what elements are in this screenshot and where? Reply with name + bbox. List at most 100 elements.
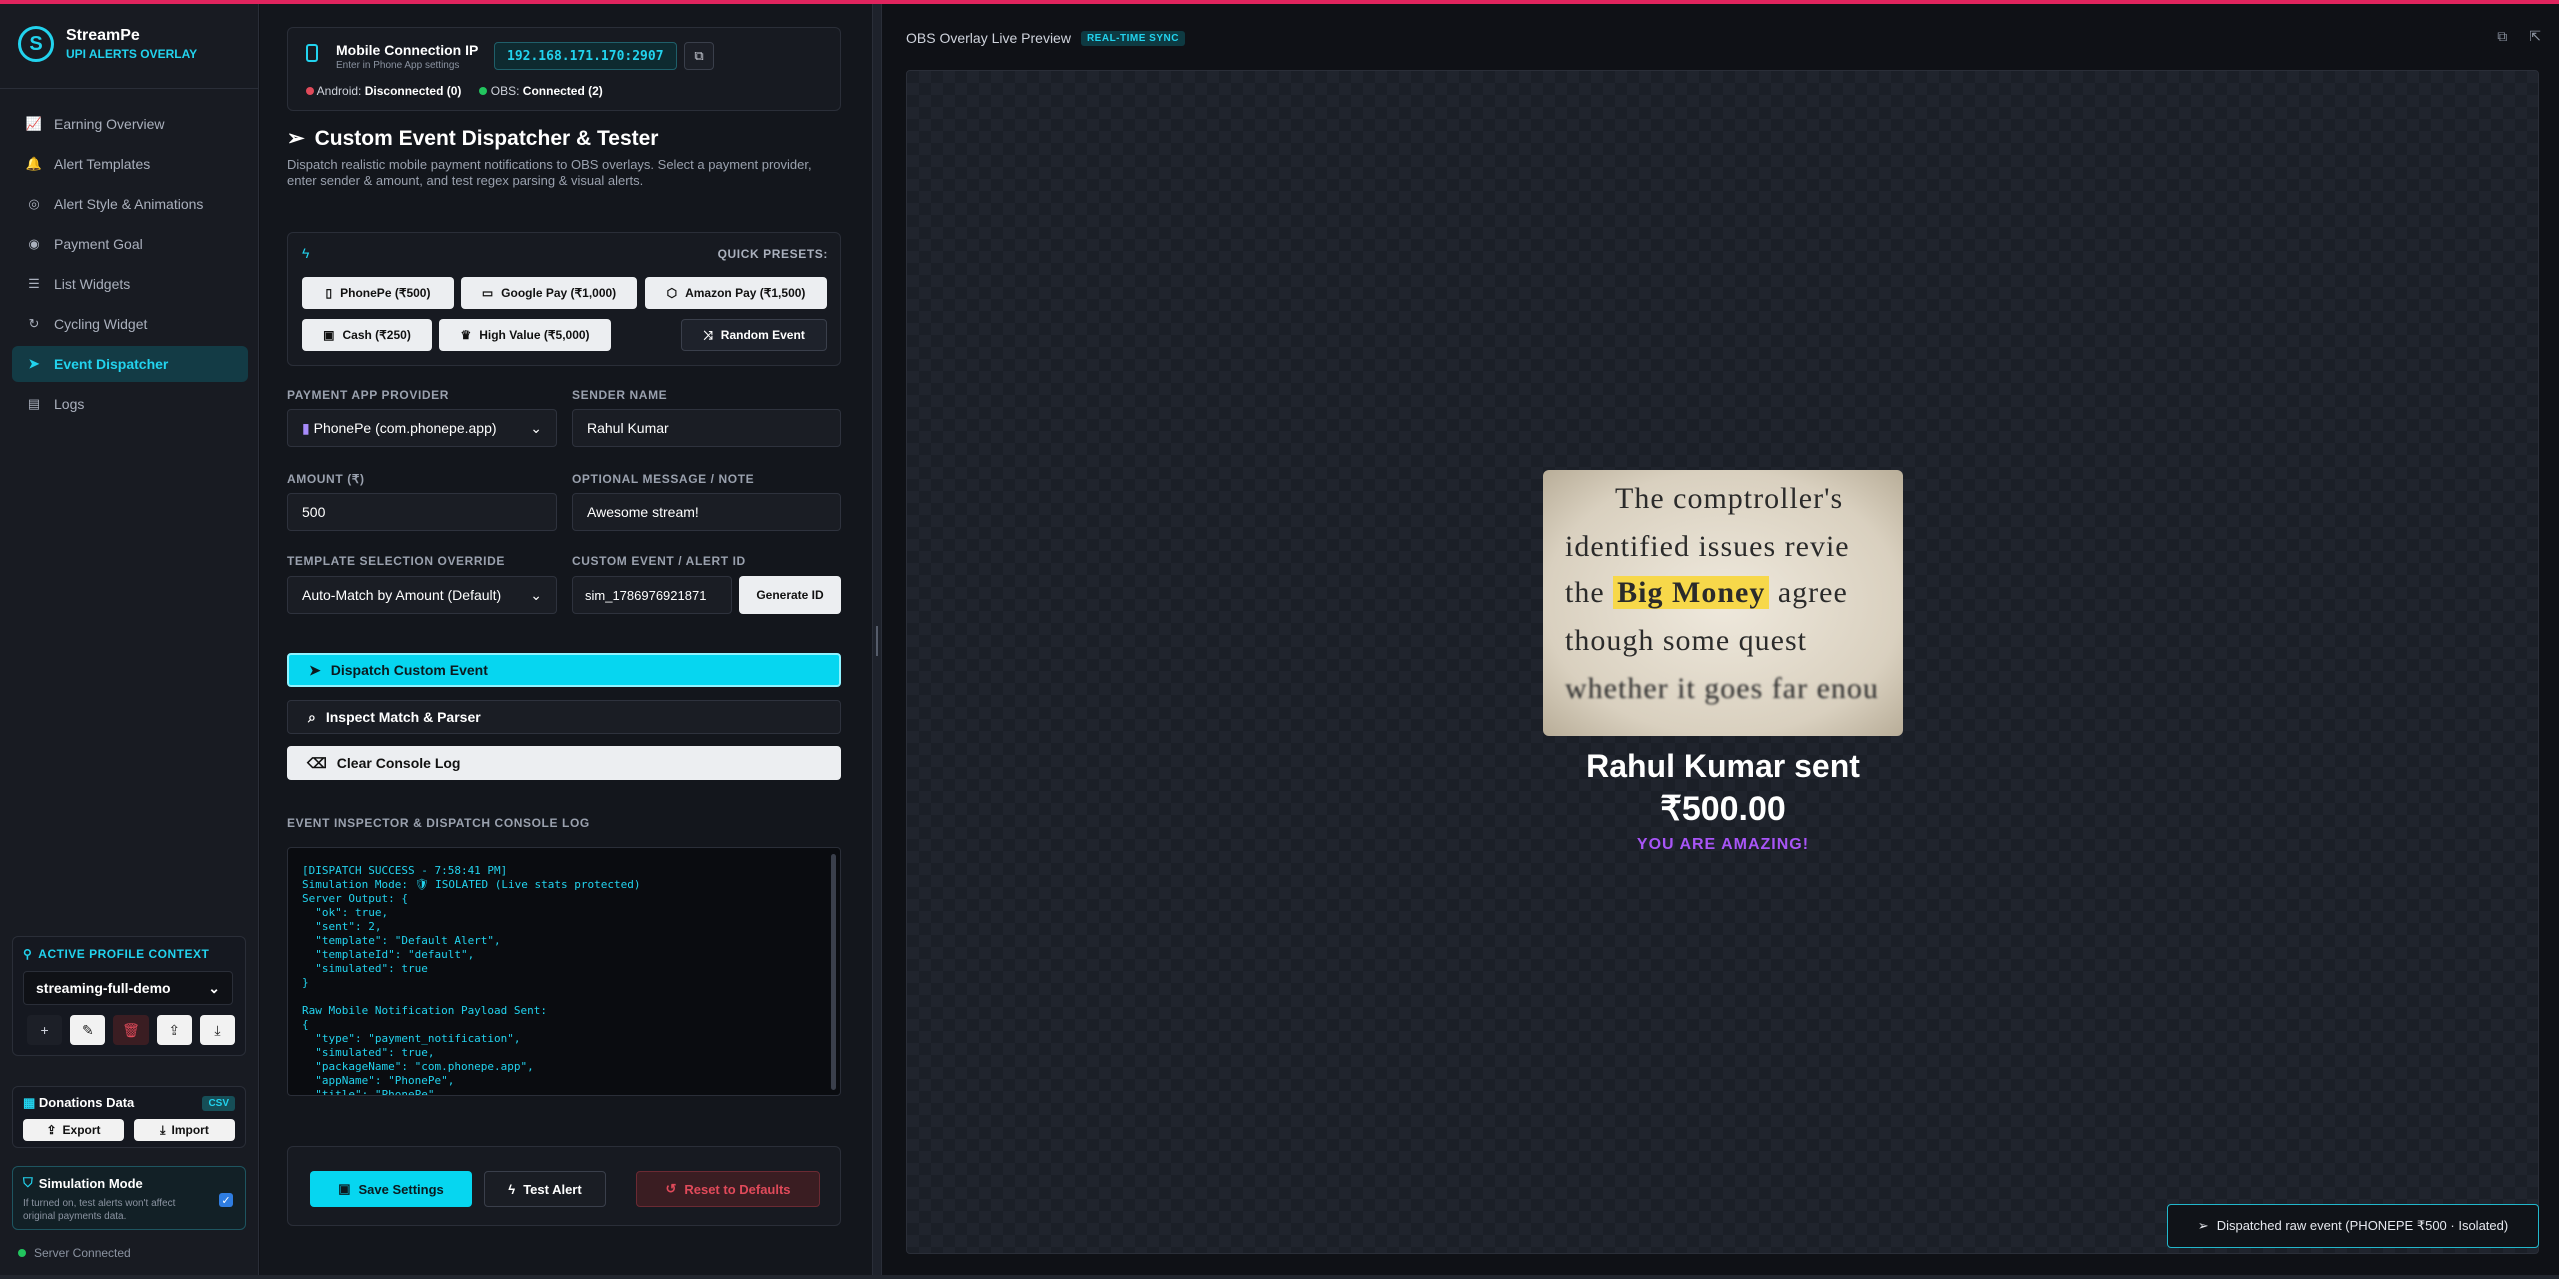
brand-subtitle: UPI ALERTS OVERLAY — [66, 47, 198, 61]
amount-input[interactable]: 500 — [287, 493, 557, 531]
list-icon: ☰ — [28, 276, 40, 291]
bottom-strip — [0, 1275, 2559, 1279]
import-button[interactable]: ⤓ Import — [134, 1119, 235, 1141]
toast-text: Dispatched raw event (PHONEPE ₹500 · Iso… — [2216, 1218, 2509, 1233]
test-label: Test Alert — [523, 1181, 582, 1197]
test-alert-button[interactable]: ϟ Test Alert — [484, 1171, 606, 1207]
console-text: [DISPATCH SUCCESS - 7:58:41 PM] Simulati… — [302, 864, 641, 1096]
sidebar-item-label: Alert Templates — [54, 156, 151, 172]
random-event-button[interactable]: ⤨ Random Event — [681, 319, 827, 351]
phonepe-icon: ▮ — [302, 419, 310, 436]
message-label: OPTIONAL MESSAGE / NOTE — [572, 472, 755, 486]
alert-image-highlight: Big Money — [1613, 576, 1770, 609]
save-settings-button[interactable]: ▣ Save Settings — [310, 1171, 472, 1207]
preset-amazonpay-button[interactable]: ⬡ Amazon Pay (₹1,500) — [645, 277, 827, 309]
settings-footer: ▣ Save Settings ϟ Test Alert ↺ Reset to Def… — [287, 1146, 841, 1226]
reset-label: Reset to Defaults — [684, 1181, 791, 1197]
inspect-match-button[interactable]: ⌕ Inspect Match & Parser — [287, 700, 841, 734]
event-id-input[interactable]: sim_1786976921871 — [572, 576, 732, 614]
add-profile-button[interactable]: + — [27, 1015, 63, 1045]
preset-cash-button[interactable]: ▣ Cash (₹250) — [302, 319, 432, 351]
crown-icon: ♛ — [460, 328, 472, 342]
template-label: TEMPLATE SELECTION OVERRIDE — [287, 554, 505, 568]
sidebar-item-event-dispatcher[interactable]: ➤ Event Dispatcher — [12, 346, 248, 382]
console-scrollbar[interactable] — [831, 854, 836, 1090]
edit-profile-button[interactable]: ✎ — [70, 1015, 106, 1045]
sidebar-item-label: List Widgets — [54, 276, 131, 292]
event-id-value: sim_1786976921871 — [585, 587, 707, 603]
chevron-down-icon: ⌄ — [208, 979, 220, 996]
android-status: Android: Disconnected (0) — [306, 84, 461, 98]
connection-status: Android: Disconnected (0) OBS: Connected… — [306, 84, 603, 98]
preset-googlepay-button[interactable]: ▭ Google Pay (₹1,000) — [461, 277, 637, 309]
preset-label: Google Pay (₹1,000) — [501, 286, 617, 300]
resize-grip[interactable] — [876, 626, 878, 656]
message-input[interactable]: Awesome stream! — [572, 493, 841, 531]
brand[interactable]: S StreamPe UPI ALERTS OVERLAY — [18, 26, 197, 62]
dispatch-toast[interactable]: ➢ Dispatched raw event (PHONEPE ₹500 · Is… — [2167, 1204, 2539, 1248]
profile-select[interactable]: streaming-full-demo ⌄ — [23, 971, 233, 1005]
amount-value: 500 — [302, 504, 326, 520]
download-profile-button[interactable]: ⤓ — [199, 1015, 236, 1045]
donations-actions: ⇪ Export ⤓ Import — [23, 1119, 235, 1141]
realtime-sync-badge: REAL-TIME SYNC — [1080, 30, 1185, 46]
alert-amount-text: ₹500.00 — [1660, 790, 1786, 828]
provider-value-wrap: ▮ PhonePe (com.phonepe.app) — [302, 420, 497, 437]
sidebar-nav: 📈 Earning Overview 🔔 Alert Templates ◎ Aler… — [12, 106, 248, 426]
chart-icon: 📈 — [25, 116, 43, 131]
copy-icon: ⧉ — [694, 48, 704, 63]
preset-highvalue-button[interactable]: ♛ High Value (₹5,000) — [439, 319, 611, 351]
csv-badge: CSV — [202, 1095, 235, 1111]
preset-label: High Value (₹5,000) — [479, 328, 590, 342]
save-label: Save Settings — [358, 1181, 444, 1197]
status-dot-icon — [479, 87, 488, 95]
ip-address[interactable]: 192.168.171.170:2907 — [494, 42, 677, 70]
search-icon: ⌕ — [308, 708, 316, 725]
sidebar-item-label: Alert Style & Animations — [54, 196, 204, 212]
preset-phonepe-button[interactable]: ▯ PhonePe (₹500) — [302, 277, 454, 309]
chevron-down-icon: ⌄ — [530, 586, 542, 603]
generate-id-button[interactable]: Generate ID — [739, 576, 841, 614]
alert-image-text: the — [1565, 576, 1605, 609]
donations-header: ▦ Donations Data CSV — [23, 1095, 235, 1111]
copy-icon[interactable]: ⧉ — [2497, 28, 2507, 45]
bell-icon: 🔔 — [25, 156, 43, 171]
upload-icon: ⇪ — [46, 1123, 57, 1137]
eraser-icon: ⌫ — [307, 754, 327, 771]
sender-input[interactable]: Rahul Kumar — [572, 409, 841, 447]
server-status-text: Server Connected — [34, 1246, 131, 1260]
copy-ip-button[interactable]: ⧉ — [684, 42, 714, 70]
upload-profile-button[interactable]: ⇪ — [156, 1015, 192, 1045]
simulation-checkbox[interactable]: ✓ — [219, 1193, 233, 1207]
clear-label: Clear Console Log — [336, 755, 461, 771]
refresh-icon: ↻ — [28, 316, 40, 331]
delete-profile-button[interactable]: 🗑 — [113, 1015, 149, 1045]
dispatch-event-button[interactable]: ➤ Dispatch Custom Event — [287, 653, 841, 687]
sidebar-item-cycling-widget[interactable]: ↻ Cycling Widget — [12, 306, 248, 342]
sidebar-item-alert-templates[interactable]: 🔔 Alert Templates — [12, 146, 248, 182]
provider-select[interactable]: ▮ PhonePe (com.phonepe.app) ⌄ — [287, 409, 557, 447]
provider-label: PAYMENT APP PROVIDER — [287, 388, 450, 402]
sidebar-item-logs[interactable]: ▤ Logs — [12, 386, 248, 422]
preview-header: OBS Overlay Live Preview REAL-TIME SYNC — [906, 30, 1185, 46]
panel-resize-handle[interactable] — [872, 4, 882, 1279]
export-button[interactable]: ⇪ Export — [23, 1119, 124, 1141]
sidebar: S StreamPe UPI ALERTS OVERLAY 📈 Earning O… — [0, 4, 259, 1279]
reset-defaults-button[interactable]: ↺ Reset to Defaults — [636, 1171, 820, 1207]
profile-actions: + ✎ 🗑 ⇪ ⤓ — [23, 1015, 236, 1045]
send-icon: ➢ — [287, 127, 305, 150]
external-link-icon[interactable]: ⇱ — [2529, 28, 2541, 45]
sidebar-item-alert-style[interactable]: ◎ Alert Style & Animations — [12, 186, 248, 222]
connection-title: Mobile Connection IP — [336, 42, 479, 58]
amount-label: AMOUNT (₹) — [287, 472, 365, 486]
alert-image: The comptroller's identified issues revi… — [1543, 470, 1903, 736]
console-log[interactable]: [DISPATCH SUCCESS - 7:58:41 PM] Simulati… — [287, 847, 841, 1096]
obs-status-value: Connected (2) — [522, 84, 603, 98]
clear-console-button[interactable]: ⌫ Clear Console Log — [287, 746, 841, 780]
sender-label: SENDER NAME — [572, 388, 668, 402]
console-label: EVENT INSPECTOR & DISPATCH CONSOLE LOG — [287, 816, 590, 830]
sidebar-item-list-widgets[interactable]: ☰ List Widgets — [12, 266, 248, 302]
sidebar-item-earning-overview[interactable]: 📈 Earning Overview — [12, 106, 248, 142]
template-select[interactable]: Auto-Match by Amount (Default) ⌄ — [287, 576, 557, 614]
sidebar-item-payment-goal[interactable]: ◉ Payment Goal — [12, 226, 248, 262]
